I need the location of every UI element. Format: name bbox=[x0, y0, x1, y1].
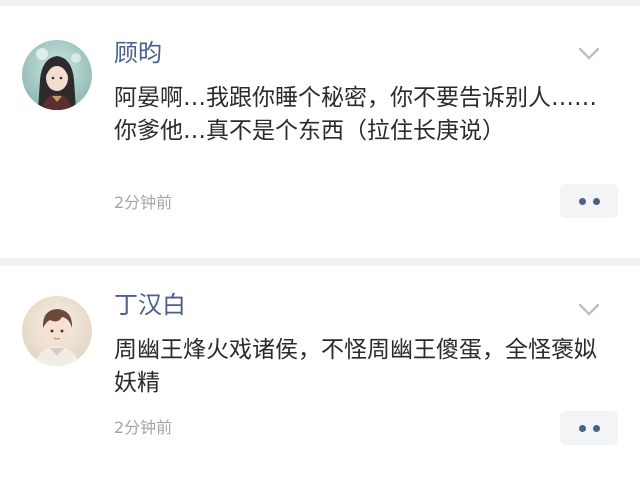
divider bbox=[0, 258, 640, 266]
more-options-button[interactable] bbox=[560, 184, 618, 218]
user-avatar[interactable] bbox=[22, 296, 92, 366]
timestamp: 2分钟前 bbox=[114, 193, 173, 212]
avatar-long-hair-icon bbox=[22, 40, 92, 110]
avatar-short-hair-icon bbox=[22, 296, 92, 366]
chevron-down-icon[interactable] bbox=[576, 40, 602, 66]
comment-item: 顾昀 阿晏啊…我跟你睡个秘密，你不要告诉别人……你爹他…真不是个东西（拉住长庚说… bbox=[0, 6, 640, 258]
chevron-down-icon[interactable] bbox=[576, 296, 602, 322]
username[interactable]: 顾昀 bbox=[114, 38, 162, 68]
more-dots-icon bbox=[578, 197, 586, 205]
more-dots-icon bbox=[592, 424, 600, 432]
username[interactable]: 丁汉白 bbox=[114, 290, 186, 320]
more-dots-icon bbox=[592, 197, 600, 205]
more-dots-icon bbox=[578, 424, 586, 432]
comment-item: 丁汉白 周幽王烽火戏诸侯，不怪周幽王傻蛋，全怪褒姒妖精 2分钟前 bbox=[0, 266, 640, 486]
comment-list: 顾昀 阿晏啊…我跟你睡个秘密，你不要告诉别人……你爹他…真不是个东西（拉住长庚说… bbox=[0, 0, 640, 486]
more-options-button[interactable] bbox=[560, 411, 618, 445]
comment-text: 阿晏啊…我跟你睡个秘密，你不要告诉别人……你爹他…真不是个东西（拉住长庚说） bbox=[114, 85, 597, 144]
timestamp: 2分钟前 bbox=[114, 418, 173, 437]
comment-text: 周幽王烽火戏诸侯，不怪周幽王傻蛋，全怪褒姒妖精 bbox=[114, 337, 597, 396]
user-avatar[interactable] bbox=[22, 40, 92, 110]
